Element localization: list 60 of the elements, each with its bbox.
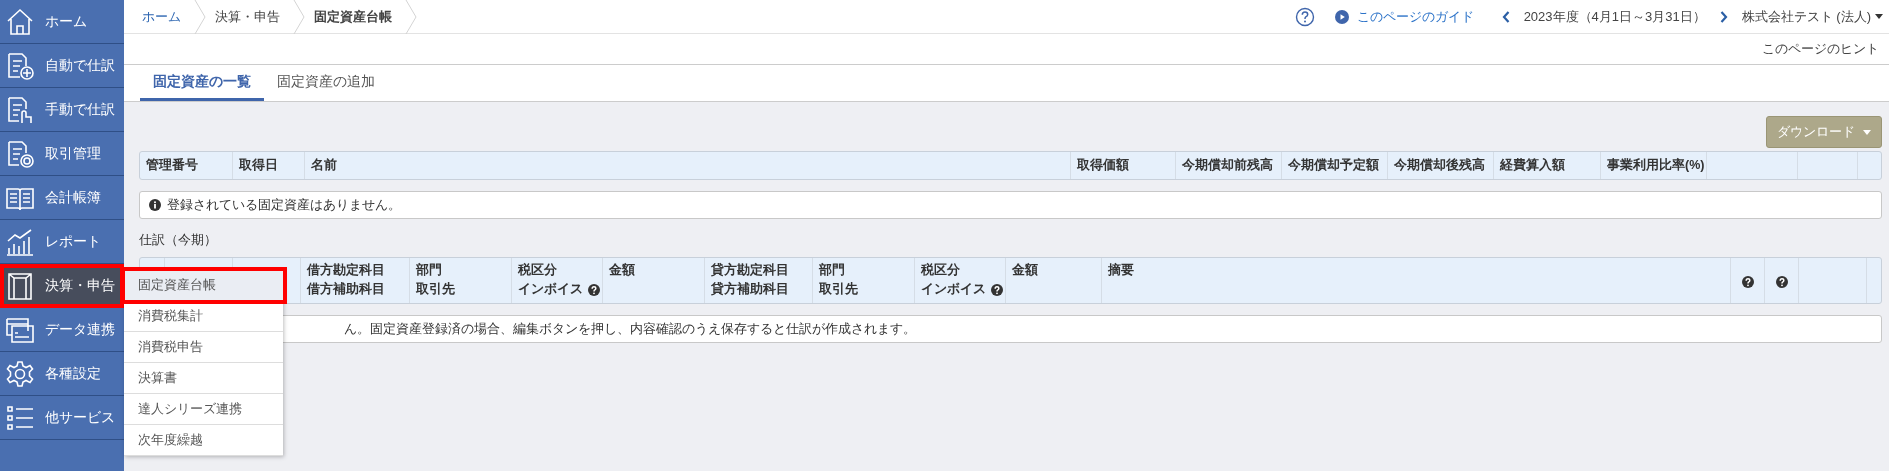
column-header: 貸方勘定科目 bbox=[711, 261, 789, 279]
company-dropdown[interactable]: 株式会社テスト (法人) bbox=[1741, 7, 1883, 26]
section-title: 仕訳（今期） bbox=[139, 231, 218, 249]
column-header: 今期償却予定額 bbox=[1282, 152, 1388, 179]
column-header: 貸方補助科目 bbox=[711, 280, 789, 298]
column-header: 取得日 bbox=[233, 152, 305, 179]
sidebar-item[interactable]: 会計帳簿 bbox=[0, 176, 124, 220]
guide-link[interactable]: このページのガイド bbox=[1334, 7, 1474, 26]
column-header: 取引先 bbox=[416, 281, 455, 298]
column-header: 名前 bbox=[305, 152, 1071, 179]
home-icon bbox=[5, 6, 35, 37]
sidebar-item[interactable]: 決算・申告 bbox=[0, 264, 124, 308]
panel-icon bbox=[5, 270, 35, 301]
menu-item[interactable]: 固定資産台帳 bbox=[124, 270, 284, 301]
column-header: 経費算入額 bbox=[1494, 152, 1601, 179]
tab[interactable]: 固定資産の一覧 bbox=[140, 65, 264, 101]
sidebar-item[interactable]: 手動で仕訳 bbox=[0, 88, 124, 132]
message-text: 登録されている固定資産はありません。 bbox=[167, 196, 401, 214]
column-header: 摘要 bbox=[1108, 262, 1134, 279]
caret-icon bbox=[1863, 129, 1871, 135]
column-header: 金額 bbox=[609, 262, 635, 279]
sidebar-item[interactable]: データ連携 bbox=[0, 308, 124, 352]
column-header: 金額 bbox=[1012, 262, 1038, 279]
column-header: 借方補助科目 bbox=[307, 280, 385, 298]
tab[interactable]: 固定資産の追加 bbox=[264, 65, 388, 101]
menu-item[interactable]: 次年度繰越 bbox=[124, 425, 283, 456]
chevron-left-icon bbox=[1501, 10, 1510, 23]
menu-item[interactable]: 消費税集計 bbox=[124, 301, 283, 332]
menu-item[interactable]: 消費税申告 bbox=[124, 332, 283, 363]
column-header: 税区分 bbox=[518, 262, 557, 279]
fiscal-year: 2023年度（4月1日～3月31日） bbox=[1523, 7, 1706, 26]
column-header: 今期償却前残高 bbox=[1176, 152, 1282, 179]
column-header: 管理番号 bbox=[140, 152, 233, 179]
settings-icon bbox=[5, 358, 35, 389]
column-header: インボイス bbox=[921, 281, 986, 298]
sidebar-item[interactable]: 取引管理 bbox=[0, 132, 124, 176]
chart-icon bbox=[5, 226, 35, 257]
hint-link[interactable]: このページのヒント bbox=[1762, 40, 1879, 58]
column-header: 借方勘定科目 bbox=[307, 261, 385, 279]
help-icon bbox=[1294, 6, 1315, 27]
breadcrumb[interactable]: 決算・申告 bbox=[207, 7, 292, 26]
column-header: インボイス bbox=[518, 281, 583, 298]
breadcrumb[interactable]: ホーム bbox=[134, 7, 193, 26]
column-header: 税区分 bbox=[921, 262, 960, 279]
chevron-right-icon bbox=[1719, 10, 1728, 23]
column-header: 事業利用比率(%) bbox=[1601, 152, 1707, 179]
caret-icon bbox=[1875, 14, 1883, 19]
column-header: 今期償却後残高 bbox=[1388, 152, 1494, 179]
breadcrumb: 固定資産台帳 bbox=[313, 7, 393, 26]
play-icon bbox=[1334, 9, 1349, 24]
column-header: 部門 bbox=[819, 262, 845, 279]
column-header: 取引先 bbox=[819, 281, 858, 298]
document-coin-icon bbox=[5, 138, 35, 169]
column-header: 取得価額 bbox=[1071, 152, 1176, 179]
document-hand-icon bbox=[5, 94, 35, 125]
document-plus-icon bbox=[5, 50, 35, 81]
info-icon bbox=[149, 199, 161, 211]
column-header: 部門 bbox=[416, 262, 442, 279]
menu-item[interactable]: 達人シリーズ連携 bbox=[124, 394, 283, 425]
menu-item[interactable]: 決算書 bbox=[124, 363, 283, 394]
